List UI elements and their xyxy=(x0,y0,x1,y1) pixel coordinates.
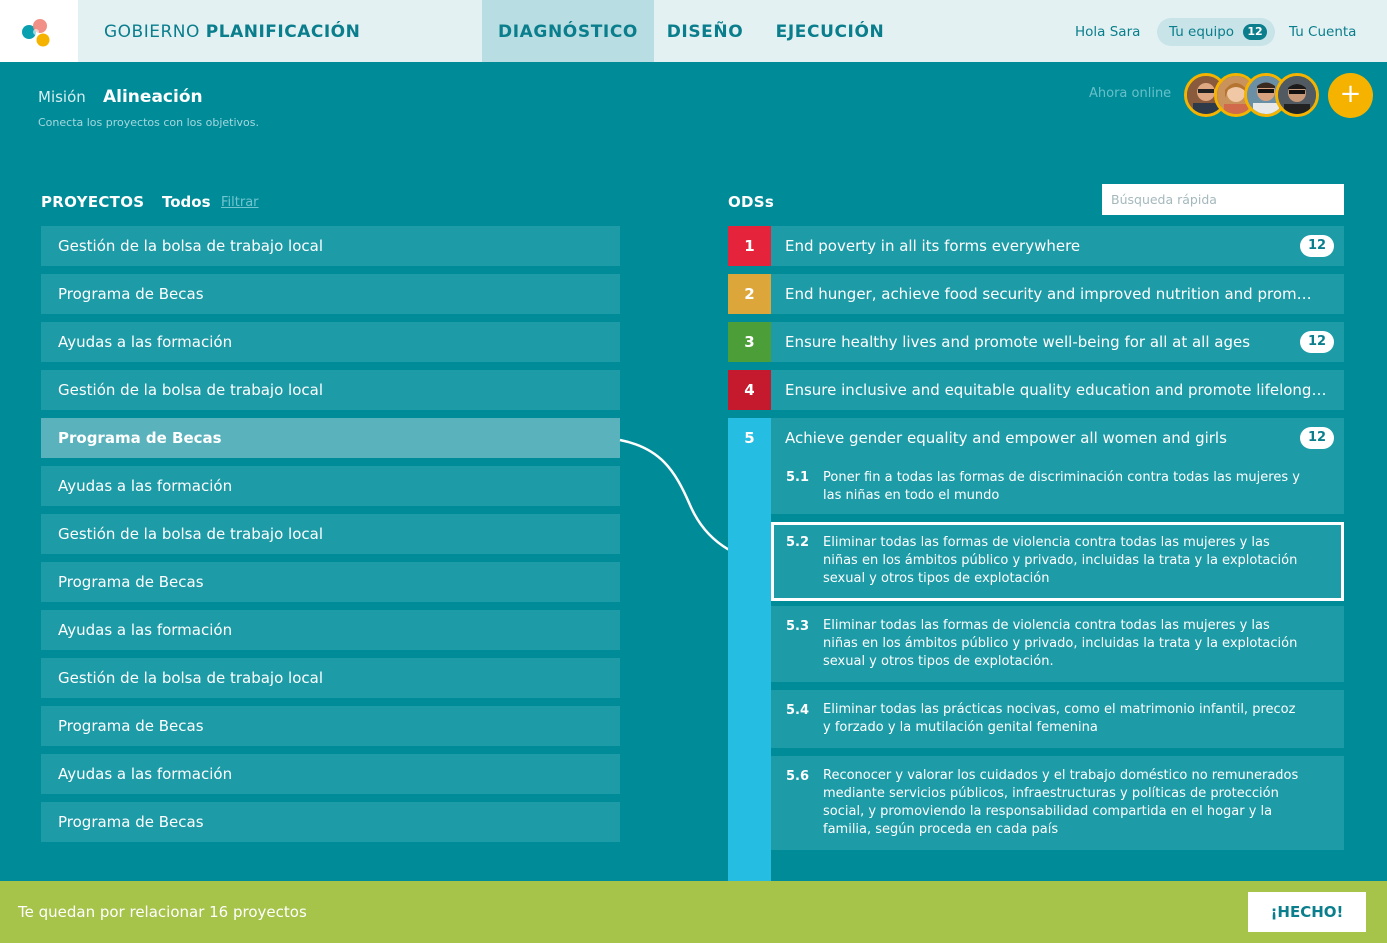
tab-ejecucion[interactable]: EJECUCIÓN xyxy=(766,0,894,62)
online-label: Ahora online xyxy=(1089,86,1172,101)
project-item[interactable]: Programa de Becas xyxy=(41,274,620,314)
projects-title: PROYECTOS xyxy=(41,193,145,211)
count-badge: 12 xyxy=(1300,235,1334,257)
project-label: Programa de Becas xyxy=(58,717,204,735)
count-badge: 12 xyxy=(1300,331,1334,353)
target-item-selected[interactable]: 5.2 Eliminar todas las formas de violenc… xyxy=(771,522,1344,601)
target-item[interactable]: 5.6 Reconocer y valorar los cuidados y e… xyxy=(771,756,1344,850)
team-label: Tu equipo xyxy=(1169,24,1235,40)
project-item[interactable]: Gestión de la bolsa de trabajo local xyxy=(41,370,620,410)
tab-diagnostico[interactable]: DIAGNÓSTICO xyxy=(482,0,654,62)
target-item[interactable]: 5.3 Eliminar todas las formas de violenc… xyxy=(771,606,1344,682)
brand-name: PLANIFICACIÓN xyxy=(205,22,361,42)
ods-number: 3 xyxy=(728,322,771,362)
ods-row-2[interactable]: 2 End hunger, achieve food security and … xyxy=(728,274,1344,314)
target-text: Eliminar todas las formas de violencia c… xyxy=(823,535,1298,586)
project-label: Ayudas a las formación xyxy=(58,333,233,351)
project-item[interactable]: Gestión de la bolsa de trabajo local xyxy=(41,226,620,266)
project-item[interactable]: Ayudas a las formación xyxy=(41,754,620,794)
project-item[interactable]: Programa de Becas xyxy=(41,706,620,746)
ods-row-1[interactable]: 1 End poverty in all its forms everywher… xyxy=(728,226,1344,266)
greeting-link[interactable]: Hola Sara xyxy=(1075,0,1140,62)
project-label: Gestión de la bolsa de trabajo local xyxy=(58,237,323,255)
ods-title-text: End poverty in all its forms everywhere xyxy=(785,237,1081,255)
project-item[interactable]: Ayudas a las formación xyxy=(41,322,620,362)
brand-prefix: GOBIERNO xyxy=(104,22,200,42)
avatar[interactable] xyxy=(1275,73,1319,117)
done-button[interactable]: ¡HECHO! xyxy=(1248,892,1366,932)
target-text: Eliminar todas las prácticas nocivas, co… xyxy=(823,702,1296,735)
ods-number: 1 xyxy=(728,226,771,266)
search-input[interactable] xyxy=(1102,184,1344,215)
page-description: Conecta los proyectos con los objetivos. xyxy=(38,116,259,129)
team-button[interactable]: Tu equipo 12 xyxy=(1157,18,1275,46)
project-item[interactable]: Ayudas a las formación xyxy=(41,610,620,650)
filter-link[interactable]: Filtrar xyxy=(221,195,259,210)
logo[interactable] xyxy=(0,0,78,62)
three-circles-logo-icon xyxy=(22,19,50,47)
project-item[interactable]: Gestión de la bolsa de trabajo local xyxy=(41,658,620,698)
ods-title: ODSs xyxy=(728,193,775,211)
target-number: 5.1 xyxy=(786,470,810,485)
target-text: Poner fin a todas las formas de discrimi… xyxy=(823,470,1300,503)
project-item[interactable]: Gestión de la bolsa de trabajo local xyxy=(41,514,620,554)
project-item[interactable]: Ayudas a las formación xyxy=(41,466,620,506)
project-label: Programa de Becas xyxy=(58,573,204,591)
project-item[interactable]: Programa de Becas xyxy=(41,562,620,602)
ods-5-color-bar xyxy=(728,418,771,881)
ods-title-text: Achieve gender equality and empower all … xyxy=(785,429,1227,447)
remaining-message: Te quedan por relacionar 16 proyectos xyxy=(18,903,307,921)
project-item[interactable]: Programa de Becas xyxy=(41,802,620,842)
page-title: Alineación xyxy=(103,87,203,107)
ods-title-text: End hunger, achieve food security and im… xyxy=(785,285,1312,303)
project-item-selected[interactable]: Programa de Becas xyxy=(41,418,620,458)
project-label: Programa de Becas xyxy=(58,429,222,447)
project-label: Gestión de la bolsa de trabajo local xyxy=(58,669,323,687)
account-link[interactable]: Tu Cuenta xyxy=(1289,0,1356,62)
target-number: 5.2 xyxy=(786,535,810,550)
project-label: Ayudas a las formación xyxy=(58,477,233,495)
ods-row-5[interactable]: 5 Achieve gender equality and empower al… xyxy=(728,418,1344,458)
target-text: Reconocer y valorar los cuidados y el tr… xyxy=(823,768,1299,837)
top-header: GOBIERNO PLANIFICACIÓN DIAGNÓSTICO DISEÑ… xyxy=(0,0,1387,62)
breadcrumb-mision[interactable]: Misión xyxy=(38,88,86,106)
project-label: Ayudas a las formación xyxy=(58,621,233,639)
tab-diseno[interactable]: DISEÑO xyxy=(654,0,756,62)
ods-number: 4 xyxy=(728,370,771,410)
target-item[interactable]: 5.4 Eliminar todas las prácticas nocivas… xyxy=(771,690,1344,748)
ods-row-4[interactable]: 4 Ensure inclusive and equitable quality… xyxy=(728,370,1344,410)
project-label: Ayudas a las formación xyxy=(58,765,233,783)
project-label: Programa de Becas xyxy=(58,285,204,303)
footer-bar: Te quedan por relacionar 16 proyectos ¡H… xyxy=(0,881,1387,943)
ods-title-text: Ensure inclusive and equitable quality e… xyxy=(785,381,1327,399)
team-count-badge: 12 xyxy=(1243,24,1267,40)
project-label: Gestión de la bolsa de trabajo local xyxy=(58,525,323,543)
count-badge: 12 xyxy=(1300,427,1334,449)
project-label: Gestión de la bolsa de trabajo local xyxy=(58,381,323,399)
ods-number: 2 xyxy=(728,274,771,314)
target-item[interactable]: 5.1 Poner fin a todas las formas de disc… xyxy=(771,458,1344,514)
project-label: Programa de Becas xyxy=(58,813,204,831)
target-number: 5.4 xyxy=(786,703,810,718)
ods-title-text: Ensure healthy lives and promote well-be… xyxy=(785,333,1251,351)
target-text: Eliminar todas las formas de violencia c… xyxy=(823,618,1298,669)
brand-title: GOBIERNO PLANIFICACIÓN xyxy=(104,0,360,62)
target-number: 5.3 xyxy=(786,619,810,634)
filter-all-toggle[interactable]: Todos xyxy=(162,193,211,211)
ods-row-3[interactable]: 3 Ensure healthy lives and promote well-… xyxy=(728,322,1344,362)
target-number: 5.6 xyxy=(786,769,810,784)
add-member-button[interactable]: + xyxy=(1328,73,1373,118)
ods-number: 5 xyxy=(728,418,771,458)
